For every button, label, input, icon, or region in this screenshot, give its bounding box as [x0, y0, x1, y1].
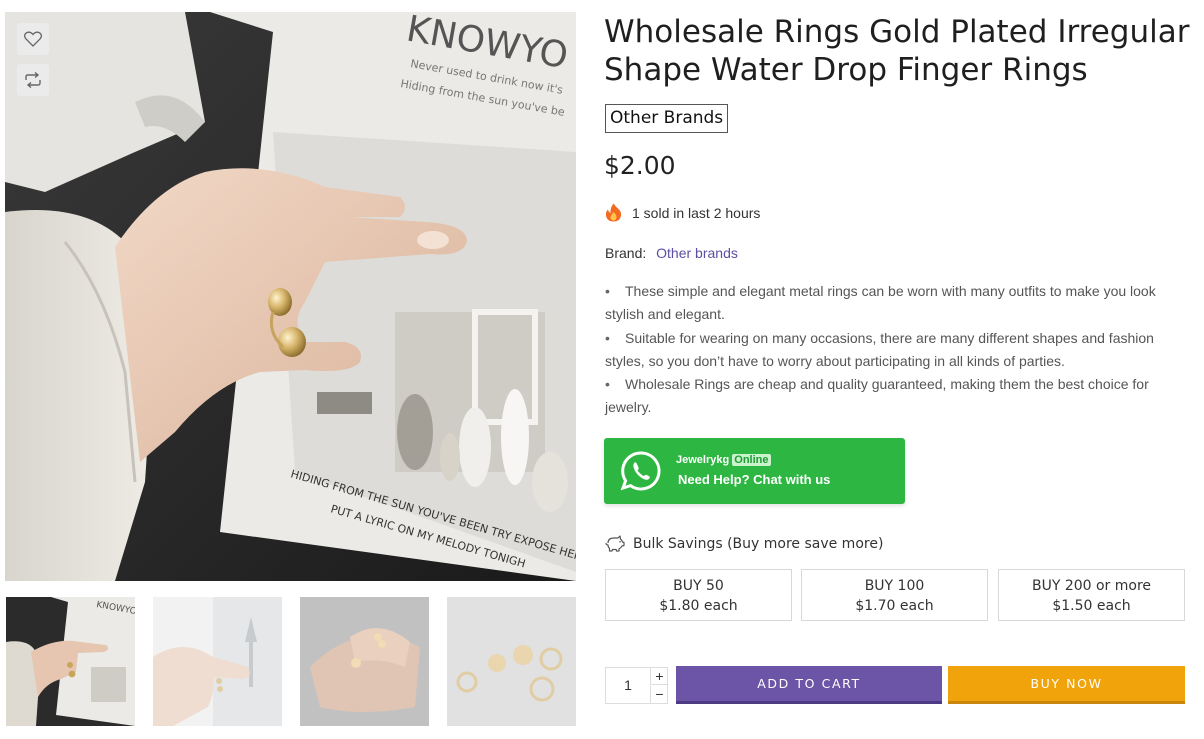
product-title: Wholesale Rings Gold Plated Irregular Sh…	[604, 14, 1190, 88]
tier-price: $1.80 each	[659, 598, 738, 614]
gallery-thumbnail-3[interactable]	[300, 597, 429, 726]
description-bullet: These simple and elegant metal rings can…	[605, 280, 1193, 327]
brand-label: Brand:	[605, 245, 647, 261]
agent-name: Jewelrykg	[676, 454, 730, 466]
quantity-increase-button[interactable]: +	[650, 668, 668, 685]
brand-badge[interactable]: Other Brands	[605, 104, 729, 133]
bulk-tier-50[interactable]: BUY 50 $1.80 each	[605, 569, 792, 621]
chat-cta: Need Help? Chat with us	[678, 472, 831, 487]
sold-text: 1 sold in last 2 hours	[632, 204, 761, 221]
product-description: These simple and elegant metal rings can…	[605, 280, 1193, 420]
tier-price: $1.50 each	[1052, 598, 1131, 614]
quantity-input[interactable]: 1	[606, 668, 650, 703]
description-bullet: Suitable for wearing on many occasions, …	[605, 327, 1193, 374]
whatsapp-icon	[620, 451, 661, 491]
bulk-savings-heading: Bulk Savings (Buy more save more)	[605, 535, 883, 552]
compare-arrows-icon	[25, 72, 41, 88]
heart-icon	[24, 31, 42, 47]
gallery-thumbnail-4[interactable]	[447, 597, 576, 726]
fire-icon	[605, 203, 622, 222]
quantity-stepper: 1 + −	[605, 667, 668, 704]
bulk-tier-200[interactable]: BUY 200 or more $1.50 each	[998, 569, 1185, 621]
quantity-decrease-button[interactable]: −	[650, 686, 668, 703]
add-to-cart-button[interactable]: ADD TO CART	[676, 666, 942, 704]
wishlist-button[interactable]	[17, 23, 49, 55]
gallery-thumbnail-2[interactable]	[153, 597, 282, 726]
whatsapp-chat-button[interactable]: Jewelrykg Online Need Help? Chat with us	[604, 438, 905, 504]
bulk-tier-100[interactable]: BUY 100 $1.70 each	[801, 569, 988, 621]
tier-quantity: BUY 50	[673, 578, 724, 594]
gallery-thumbnail-1[interactable]: KNOWYO	[6, 597, 135, 726]
brand-line: Brand: Other brands	[605, 245, 738, 261]
product-photo: KNOWYO Never used to drink now it's Hidi…	[5, 12, 576, 581]
description-bullet: Wholesale Rings are cheap and quality gu…	[605, 373, 1193, 420]
tier-quantity: BUY 100	[864, 578, 925, 594]
main-product-image[interactable]: KNOWYO Never used to drink now it's Hidi…	[5, 12, 576, 581]
tier-price: $1.70 each	[855, 598, 934, 614]
compare-button[interactable]	[17, 64, 49, 96]
piggy-bank-icon	[605, 535, 625, 552]
brand-link[interactable]: Other brands	[656, 245, 738, 261]
buy-now-button[interactable]: BUY NOW	[948, 666, 1185, 704]
product-price: $2.00	[604, 151, 676, 180]
sold-recently: 1 sold in last 2 hours	[605, 203, 760, 222]
chat-agent: Jewelrykg Online	[676, 454, 771, 466]
thumbnail-image: KNOWYO	[6, 597, 135, 726]
agent-status: Online	[732, 454, 771, 466]
tier-quantity: BUY 200 or more	[1031, 578, 1152, 594]
bulk-savings-text: Bulk Savings (Buy more save more)	[633, 535, 884, 552]
